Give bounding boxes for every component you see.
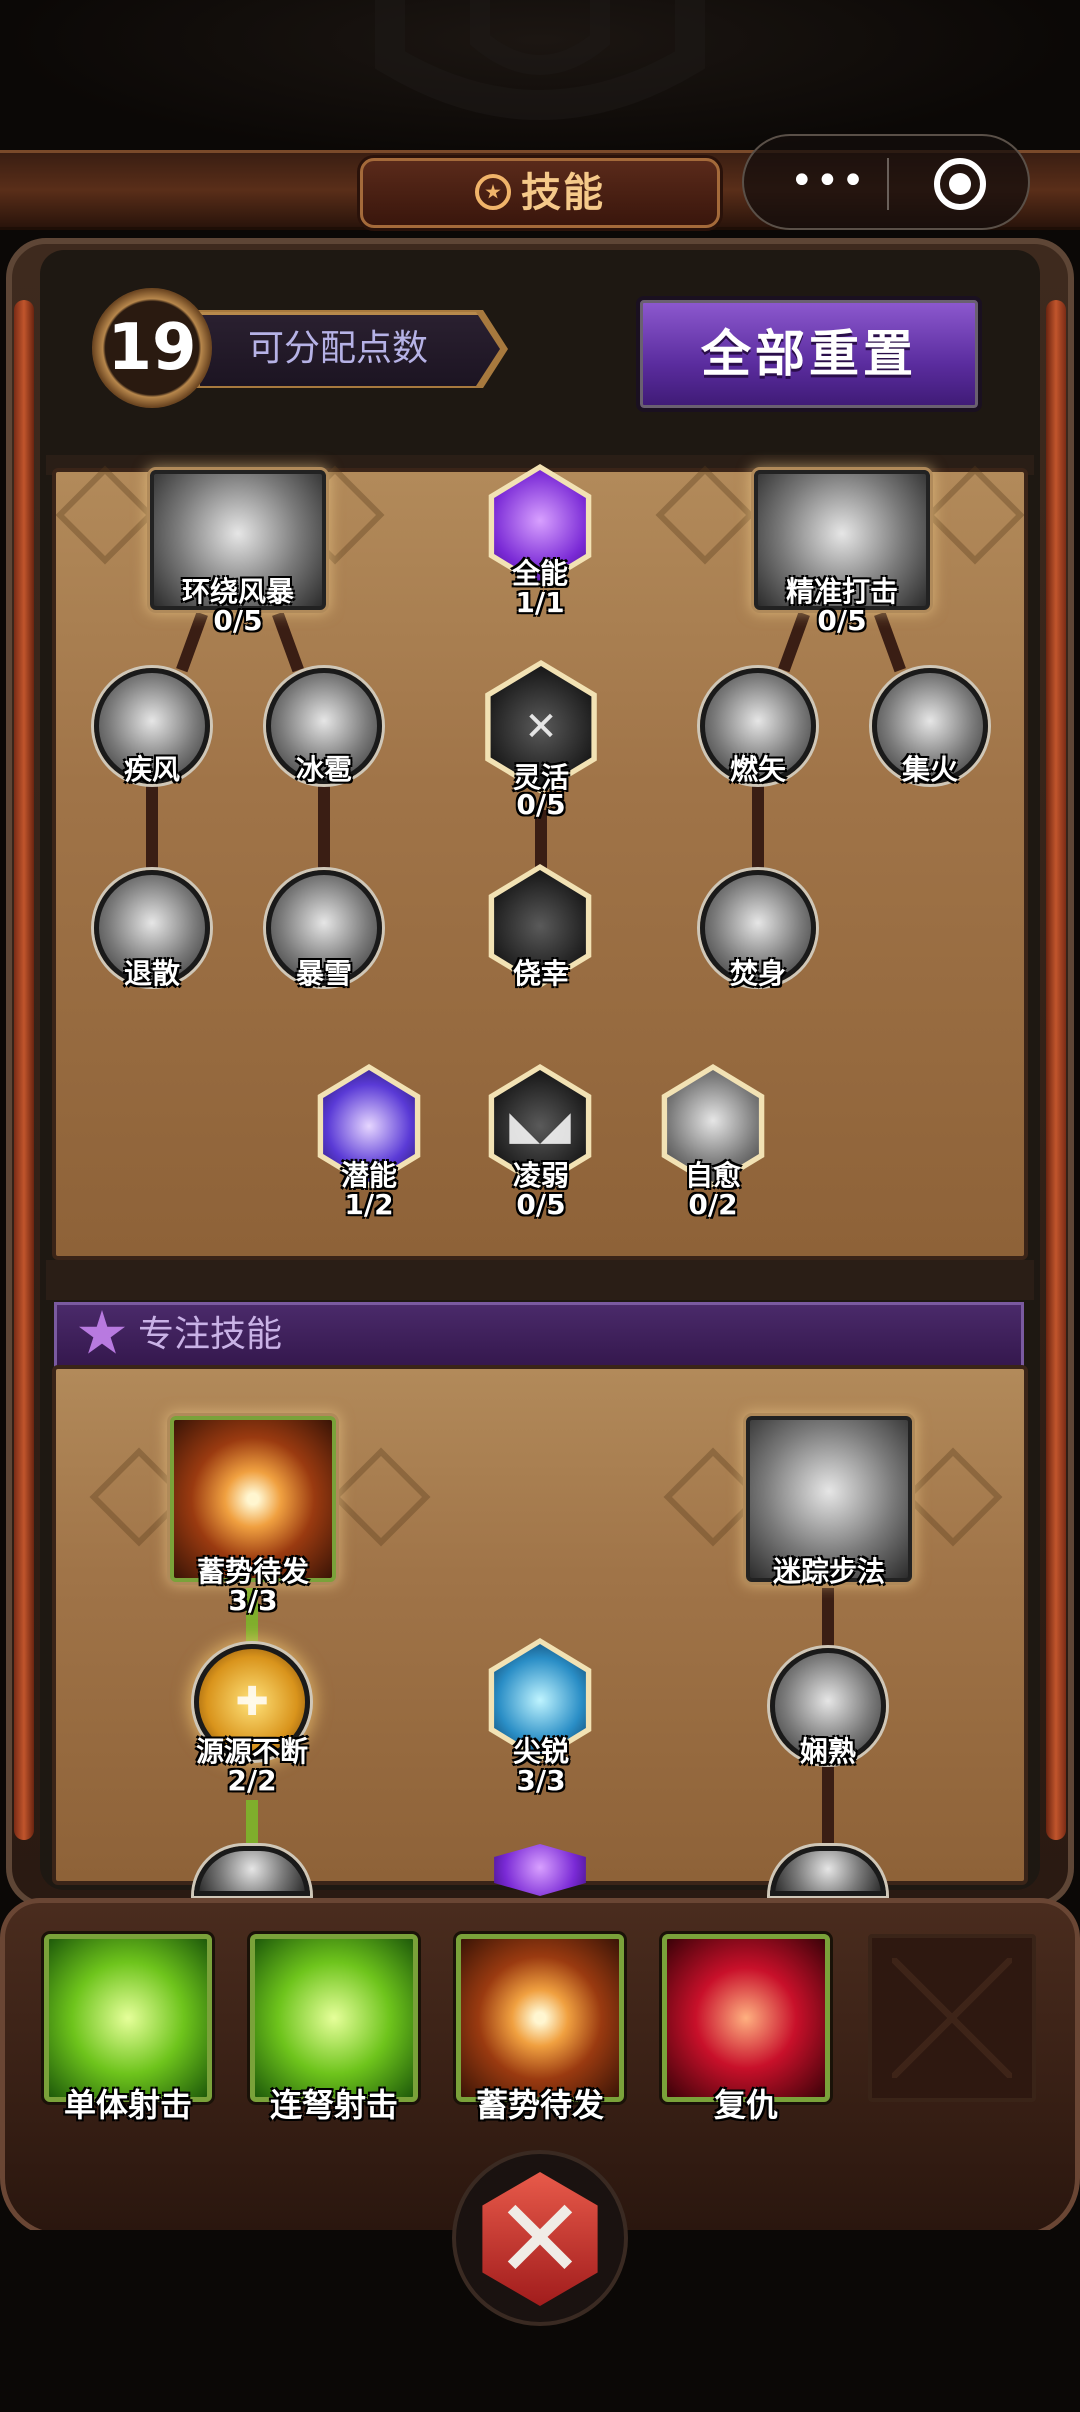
focus-skills-title: 专注技能 xyxy=(138,1314,283,1355)
equipped-slot-4[interactable] xyxy=(662,1934,830,2102)
equipped-slot-2[interactable] xyxy=(250,1934,418,2102)
skill-mizong-name: 迷踪步法 xyxy=(772,1555,885,1588)
skill-ziyu-count: 0/2 xyxy=(688,1188,738,1221)
connector-line xyxy=(752,778,764,868)
miniprogram-capsule: ••• xyxy=(742,134,1030,230)
equipped-slot-3[interactable] xyxy=(456,1934,624,2102)
skill-qianneng-count: 1/2 xyxy=(344,1188,394,1221)
points-label: 可分配点数 xyxy=(248,328,429,369)
skill-baoxue-name: 暴雪 xyxy=(295,957,352,990)
page-title: 技能 xyxy=(360,166,720,220)
skill-jifeng-name: 疾风 xyxy=(123,753,180,786)
ornament-decoration xyxy=(375,0,705,120)
equipped-slot-1[interactable] xyxy=(44,1934,212,2102)
equipped-slot-4-label: 复仇 xyxy=(713,2086,778,2124)
capsule-divider xyxy=(887,158,889,210)
skill-quanneng-count: 1/1 xyxy=(515,586,565,619)
skill-jihuo-name: 集火 xyxy=(901,753,958,786)
skill-jingzhun-count: 0/5 xyxy=(817,604,867,637)
reset-all-label[interactable]: 全部重置 xyxy=(636,296,982,412)
connector-line xyxy=(822,1588,834,1648)
skill-linghuo-count: 0/5 xyxy=(516,788,566,821)
right-rail xyxy=(1046,300,1066,1840)
skill-lingruo-count: 0/5 xyxy=(516,1188,566,1221)
panel-divider xyxy=(46,1260,1034,1300)
close-icon[interactable]: ✕ xyxy=(476,2172,604,2306)
more-dots-icon[interactable]: ••• xyxy=(790,161,867,201)
skill-xianshu-name: 娴熟 xyxy=(799,1735,856,1768)
target-icon[interactable] xyxy=(934,158,986,210)
equipped-slot-3-label: 蓄势待发 xyxy=(475,2086,604,2124)
skill-fenshen-name: 焚身 xyxy=(729,957,786,990)
skill-huanrao-count: 0/5 xyxy=(213,604,263,637)
points-value: 19 xyxy=(107,311,197,385)
skill-tuisan-name: 退散 xyxy=(123,957,180,990)
skill-xushi-count: 3/3 xyxy=(228,1584,278,1617)
skill-yuanyuan-count: 2/2 xyxy=(227,1764,277,1797)
equipped-slot-1-label: 单体射击 xyxy=(63,2086,192,2124)
star-emblem-icon xyxy=(475,174,511,210)
equipped-slot-2-label: 连弩射击 xyxy=(269,2086,398,2124)
page-title-label: 技能 xyxy=(521,170,605,216)
skill-bingbao-name: 冰雹 xyxy=(295,753,352,786)
skill-jiaoxing-name: 侥幸 xyxy=(512,957,569,990)
left-rail xyxy=(14,300,34,1840)
skill-ranshi-name: 燃矢 xyxy=(729,753,786,786)
connector-line xyxy=(146,778,158,868)
empty-slot[interactable] xyxy=(868,1934,1036,2102)
connector-line xyxy=(318,778,330,868)
skill-jianrui-count: 3/3 xyxy=(516,1764,566,1797)
